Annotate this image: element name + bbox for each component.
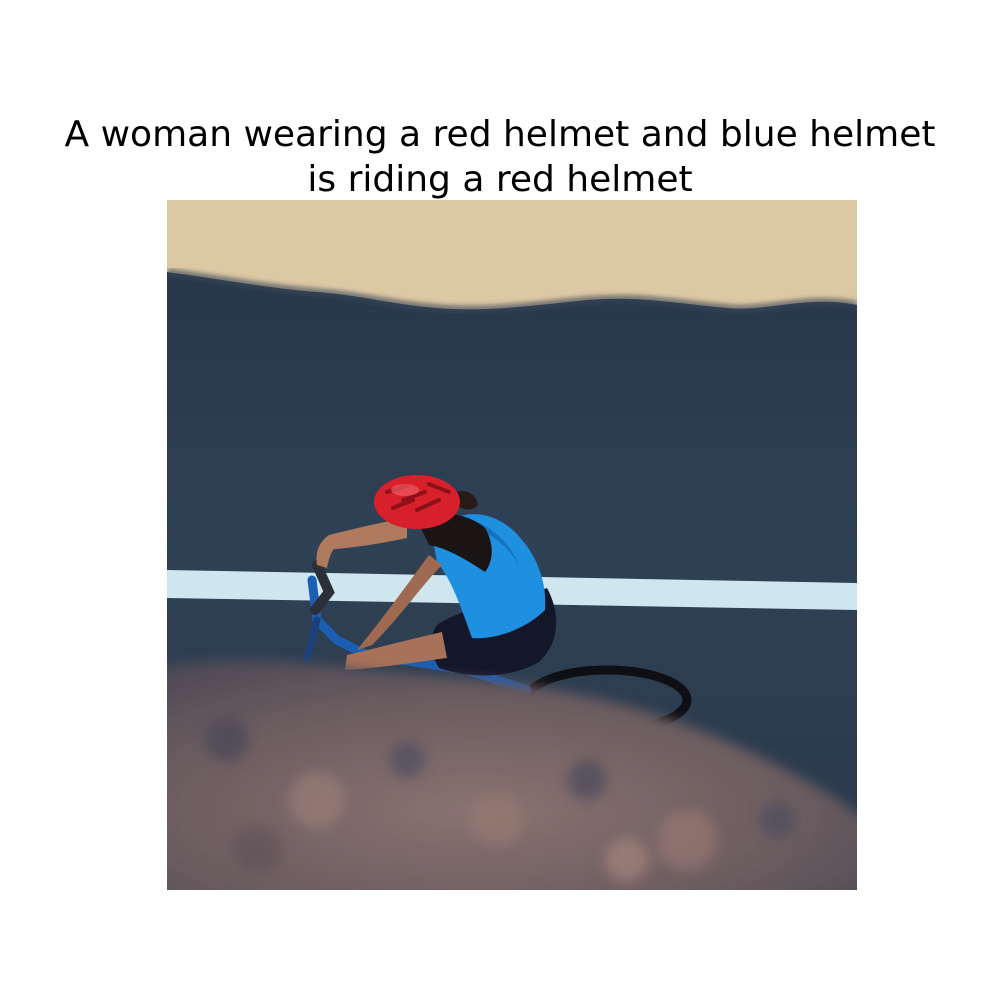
image-caption: A woman wearing a red helmet and blue he… xyxy=(0,112,1000,202)
caption-line-1: A woman wearing a red helmet and blue he… xyxy=(64,114,936,155)
red-helmet xyxy=(374,475,460,529)
photo-illustration xyxy=(167,200,857,890)
caption-line-2: is riding a red helmet xyxy=(307,159,693,200)
helmet-highlight xyxy=(391,484,419,496)
photo xyxy=(167,200,857,890)
